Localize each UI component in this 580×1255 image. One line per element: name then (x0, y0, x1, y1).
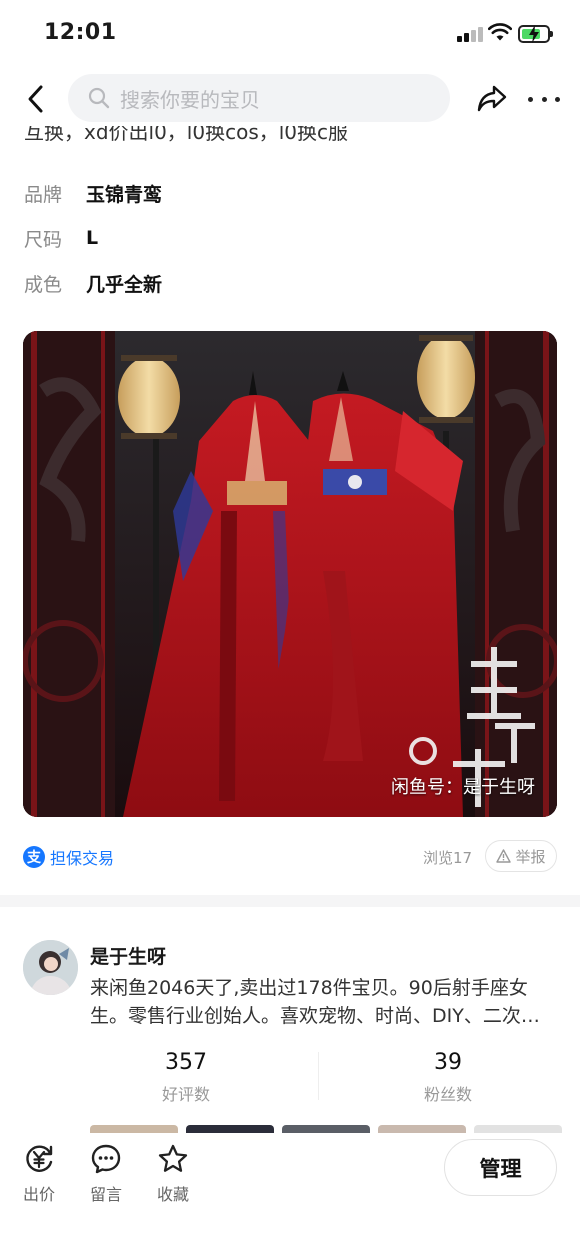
favorite-label: 收藏 (156, 1185, 189, 1204)
bid-yuan-icon (26, 1145, 53, 1172)
search-icon (88, 87, 110, 109)
guarantee-label: 担保交易 (50, 849, 115, 868)
description-text: 互换，xd价出l0，l0换cos，l0换c服 (24, 126, 349, 144)
view-count: 浏览17 (423, 849, 473, 867)
chevron-left-icon (28, 85, 43, 113)
nav-bar: 搜索你要的宝贝 (0, 72, 580, 126)
seller-name[interactable]: 是于生呀 (90, 942, 166, 969)
product-photo[interactable]: 闲鱼号：是于生呀 (23, 331, 557, 817)
status-bar: 12:01 (0, 0, 580, 68)
costume-illustration (23, 331, 557, 817)
seller-bio: 来闲鱼2046天了,卖出过178件宝贝。90后射手座女生。零售行业创始人。喜欢宠… (90, 977, 540, 1027)
favorite-button[interactable]: 收藏 (148, 1143, 198, 1205)
attr-size: 尺码 L (24, 227, 99, 251)
manage-button[interactable]: 管理 (444, 1139, 557, 1196)
share-button[interactable] (476, 84, 510, 114)
signal-icon (457, 26, 483, 42)
seller-item-thumb[interactable] (474, 1125, 562, 1133)
stat-followers[interactable]: 39 粉丝数 (348, 1050, 548, 1105)
report-label: 举报 (515, 847, 546, 866)
wifi-icon (487, 22, 513, 46)
bid-label: 出价 (22, 1185, 55, 1204)
guarantee-badge[interactable]: 支 担保交易 (23, 845, 114, 869)
more-icon (528, 96, 533, 102)
back-button[interactable] (18, 80, 54, 118)
stat-good-reviews[interactable]: 357 好评数 (86, 1050, 286, 1105)
bid-button[interactable]: 出价 (14, 1143, 64, 1205)
bottom-action-bar: 出价 留言 收藏 管理 (0, 1133, 580, 1255)
stat-divider (318, 1052, 319, 1100)
seller-item-thumb[interactable] (282, 1125, 370, 1133)
seller-item-thumb[interactable] (186, 1125, 274, 1133)
seller-avatar[interactable] (23, 940, 78, 995)
status-time: 12:01 (44, 20, 117, 45)
comment-button[interactable]: 留言 (81, 1143, 131, 1205)
attr-condition: 成色 几乎全新 (24, 273, 163, 296)
search-input[interactable]: 搜索你要的宝贝 (68, 74, 450, 122)
good-review-label: 好评数 (161, 1085, 210, 1104)
battery-icon (518, 25, 553, 43)
attr-brand: 品牌 玉锦青鸾 (24, 183, 163, 206)
good-review-count: 357 (165, 1050, 207, 1075)
star-icon (158, 1144, 188, 1172)
report-button[interactable]: 举报 (485, 840, 557, 872)
alipay-icon: 支 (23, 846, 45, 868)
more-button[interactable] (528, 86, 560, 112)
follower-label: 粉丝数 (423, 1085, 472, 1104)
share-icon (477, 85, 507, 112)
search-placeholder: 搜索你要的宝贝 (120, 87, 260, 112)
comment-label: 留言 (89, 1185, 122, 1204)
seller-item-thumb[interactable] (90, 1125, 178, 1133)
photo-watermark: 闲鱼号：是于生呀 (391, 777, 535, 798)
seller-item-thumb[interactable] (378, 1125, 466, 1133)
warning-icon (496, 849, 512, 863)
section-divider (0, 895, 580, 907)
comment-icon (91, 1144, 121, 1174)
follower-count: 39 (434, 1050, 462, 1075)
